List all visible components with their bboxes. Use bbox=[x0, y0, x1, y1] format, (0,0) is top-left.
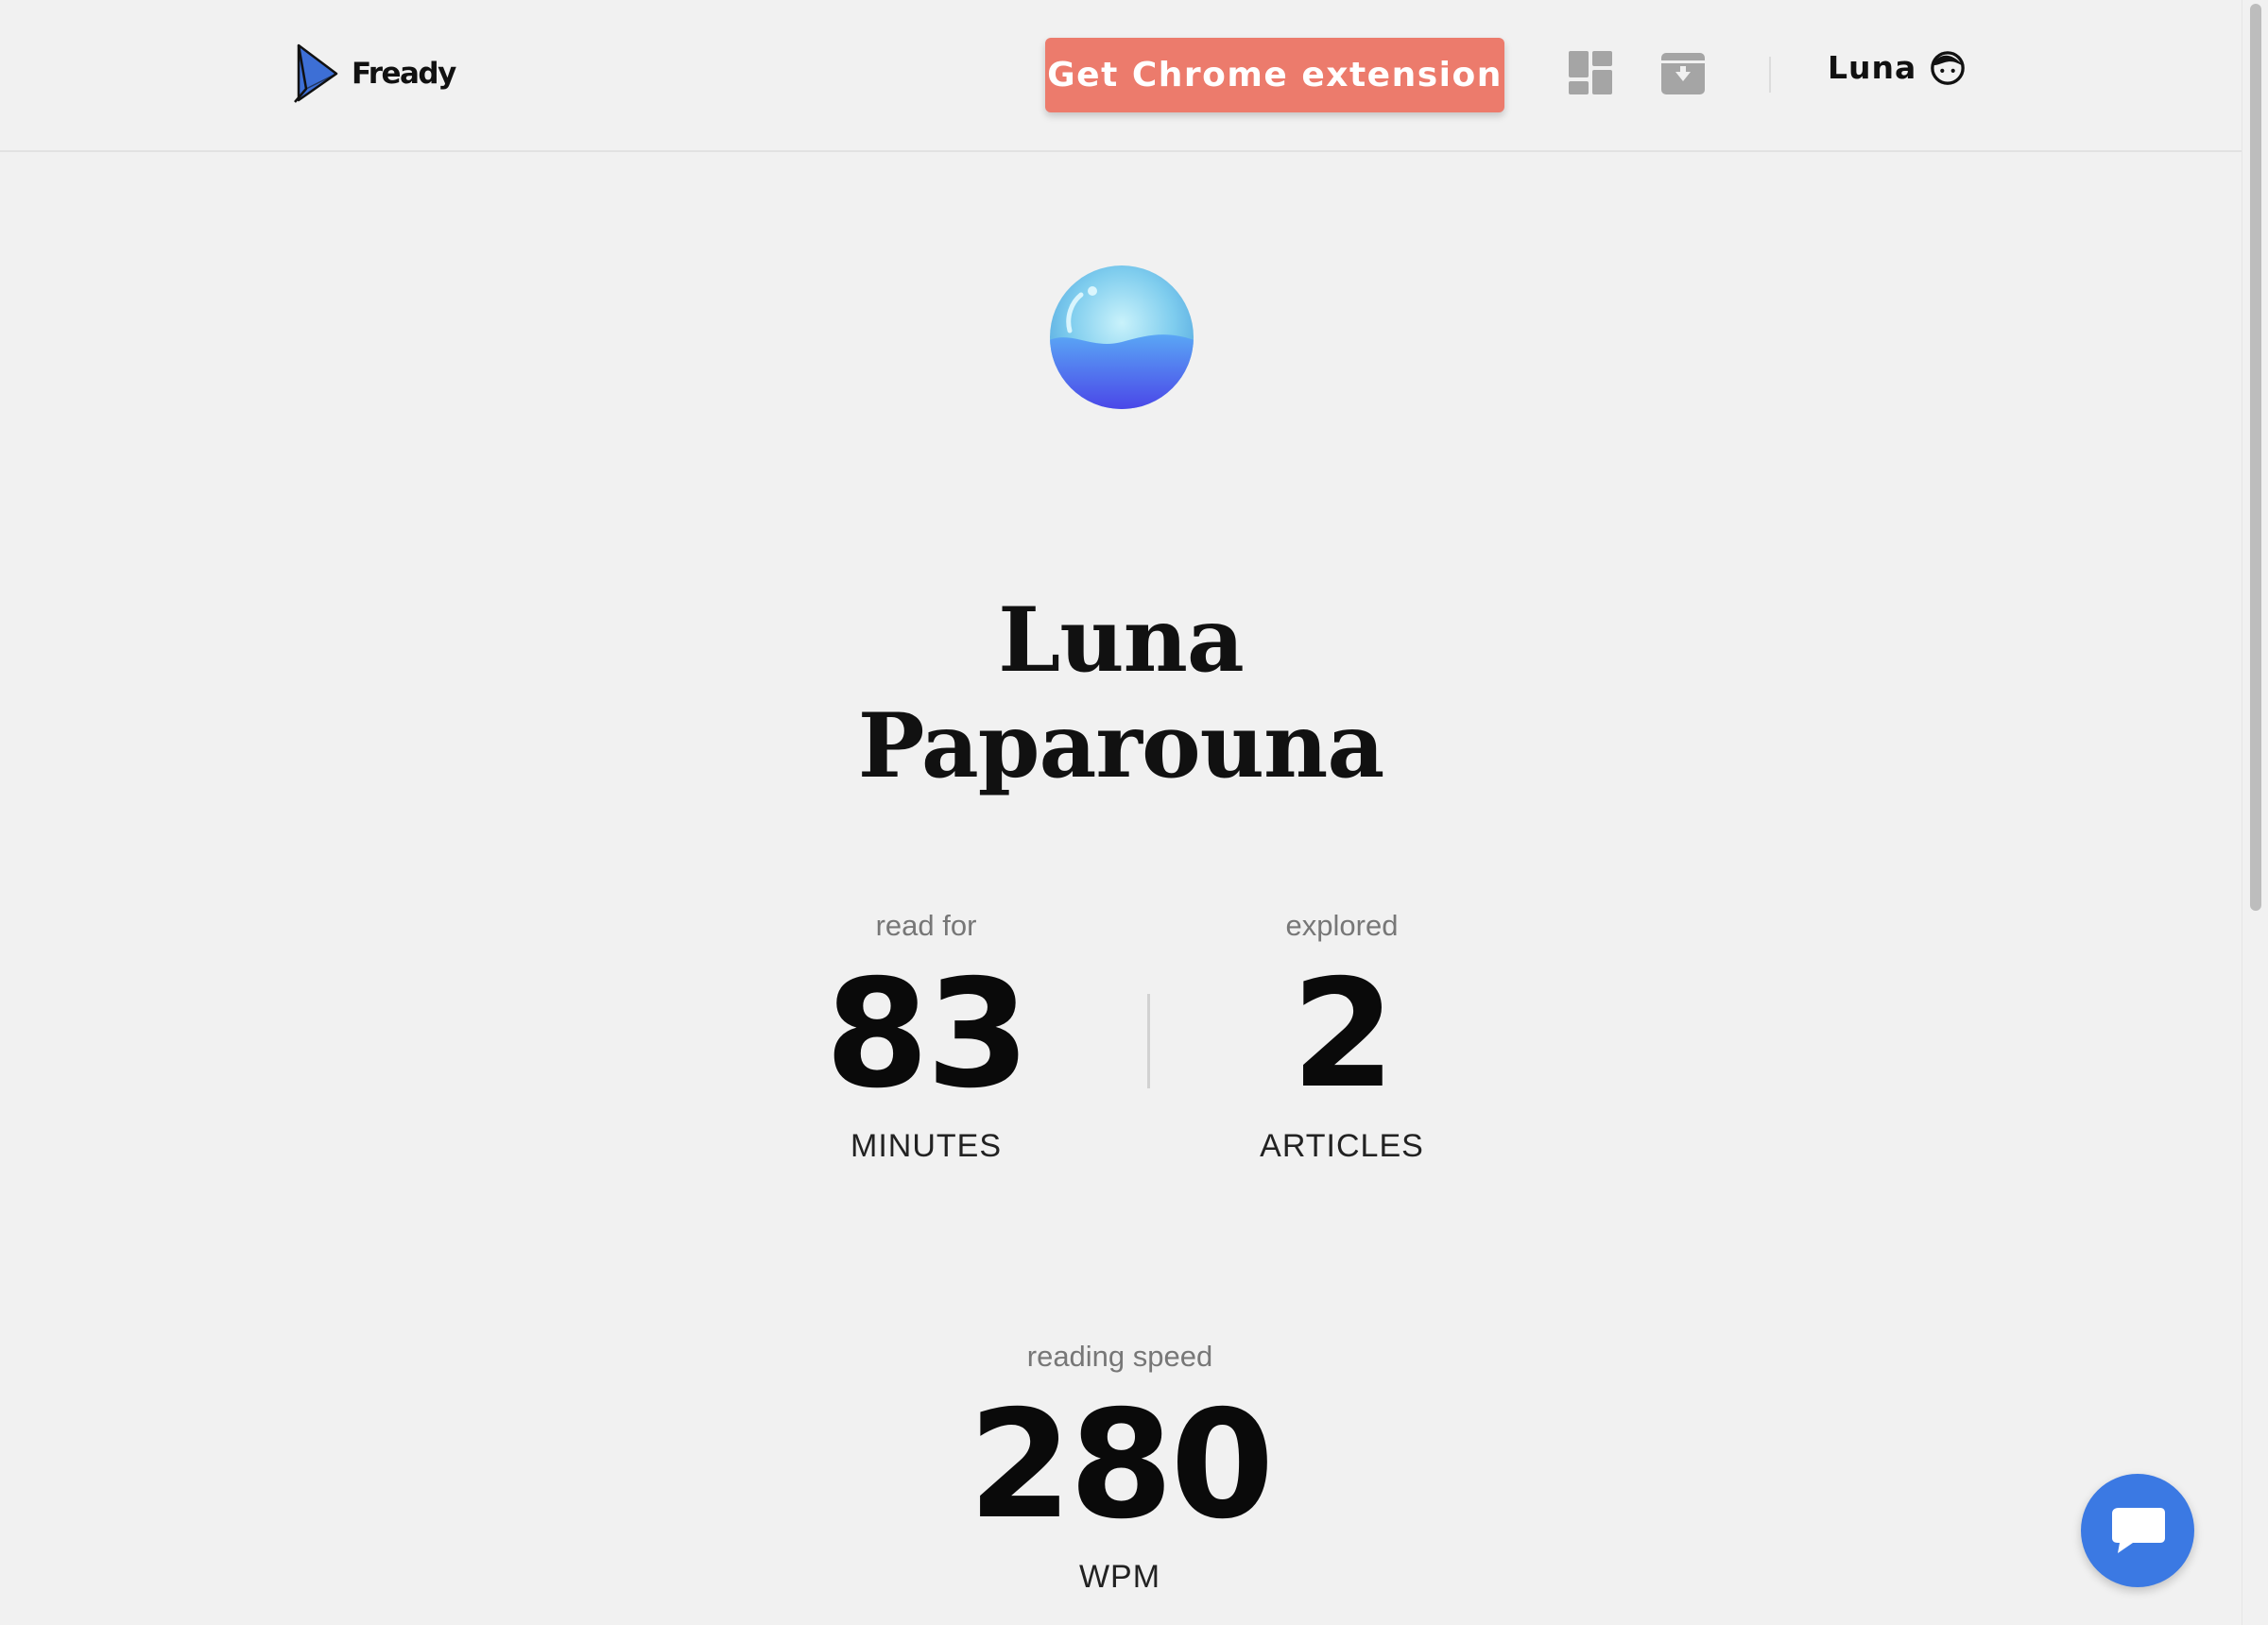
stat-articles: explored 2 ARTICLES bbox=[1191, 909, 1493, 1165]
stat-articles-unit: ARTICLES bbox=[1260, 1128, 1424, 1164]
stat-articles-value: 2 bbox=[1291, 948, 1396, 1121]
first-name: Luna bbox=[998, 589, 1245, 693]
stat-reading-speed: reading speed 280 WPM bbox=[931, 1340, 1309, 1596]
stat-minutes-caption: read for bbox=[875, 909, 977, 942]
logo[interactable]: Fready bbox=[293, 43, 456, 104]
fready-logo-icon bbox=[294, 43, 338, 103]
stat-minutes-value: 83 bbox=[825, 948, 1030, 1121]
face-icon bbox=[1931, 50, 1966, 85]
user-name: Luna bbox=[1828, 49, 1917, 86]
scrollbar[interactable] bbox=[2242, 0, 2268, 1625]
header-divider bbox=[1769, 57, 1771, 93]
profile-page: Fready Get Chrome extension Luna Luna Pa… bbox=[0, 0, 2268, 1625]
stat-articles-caption: explored bbox=[1285, 909, 1399, 942]
profile-name: Luna Paparouna bbox=[743, 588, 1499, 799]
top-header: Fready Get Chrome extension Luna bbox=[0, 0, 2242, 152]
stat-speed-value: 280 bbox=[968, 1378, 1275, 1552]
archive-download-icon[interactable] bbox=[1659, 49, 1707, 96]
user-menu[interactable]: Luna bbox=[1828, 49, 1966, 86]
get-chrome-extension-button[interactable]: Get Chrome extension bbox=[1045, 38, 1504, 112]
dashboard-icon[interactable] bbox=[1567, 49, 1614, 96]
last-name: Paparouna bbox=[857, 694, 1385, 798]
stat-minutes: read for 83 MINUTES bbox=[775, 909, 1077, 1165]
logo-text: Fready bbox=[352, 57, 456, 91]
scrollbar-thumb[interactable] bbox=[2250, 4, 2261, 911]
chat-button[interactable] bbox=[2081, 1474, 2194, 1587]
stat-divider bbox=[1147, 994, 1150, 1088]
stat-speed-caption: reading speed bbox=[1026, 1340, 1213, 1373]
avatar bbox=[1050, 265, 1194, 409]
stat-minutes-unit: MINUTES bbox=[850, 1128, 1002, 1164]
chat-bubble-icon bbox=[2112, 1508, 2165, 1553]
stat-speed-unit: WPM bbox=[1078, 1559, 1161, 1595]
